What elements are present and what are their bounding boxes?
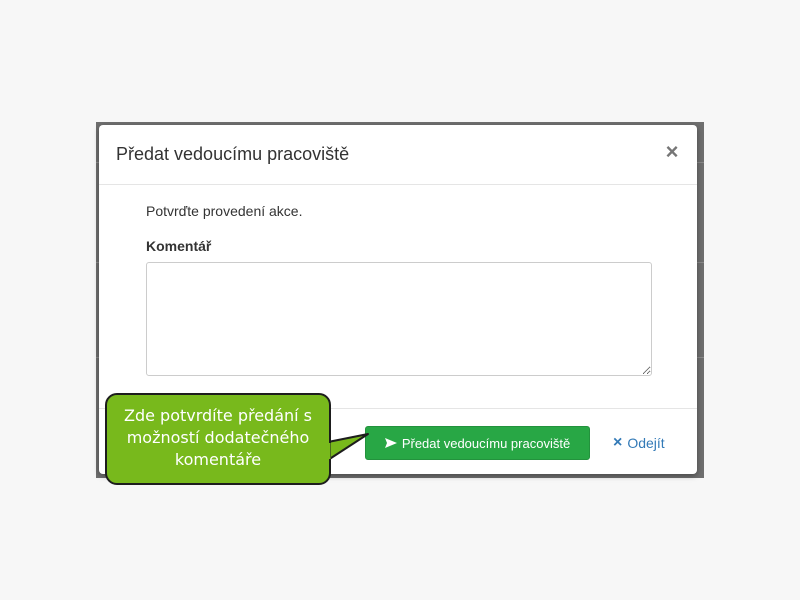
comment-label: Komentář [146,238,212,254]
submit-button[interactable]: Předat vedoucímu pracoviště [365,426,590,460]
close-icon[interactable]: × [663,140,681,164]
send-icon [384,438,397,448]
confirm-message: Potvrďte provedení akce. [146,203,303,219]
comment-textarea[interactable] [146,262,652,376]
submit-button-label: Předat vedoucímu pracoviště [401,435,571,451]
cancel-link[interactable]: × Odejít [613,434,665,452]
dialog-body: Potvrďte provedení akce. Komentář [146,203,652,381]
help-callout: Zde potvrdíte předání s možností dodateč… [105,393,331,485]
cancel-icon: × [613,434,623,451]
cancel-label: Odejít [627,435,665,451]
dialog-header: Předat vedoucímu pracoviště × [99,125,697,185]
dialog-title: Předat vedoucímu pracoviště [116,144,350,164]
callout-text: Zde potvrdíte předání s možností dodateč… [123,406,313,469]
